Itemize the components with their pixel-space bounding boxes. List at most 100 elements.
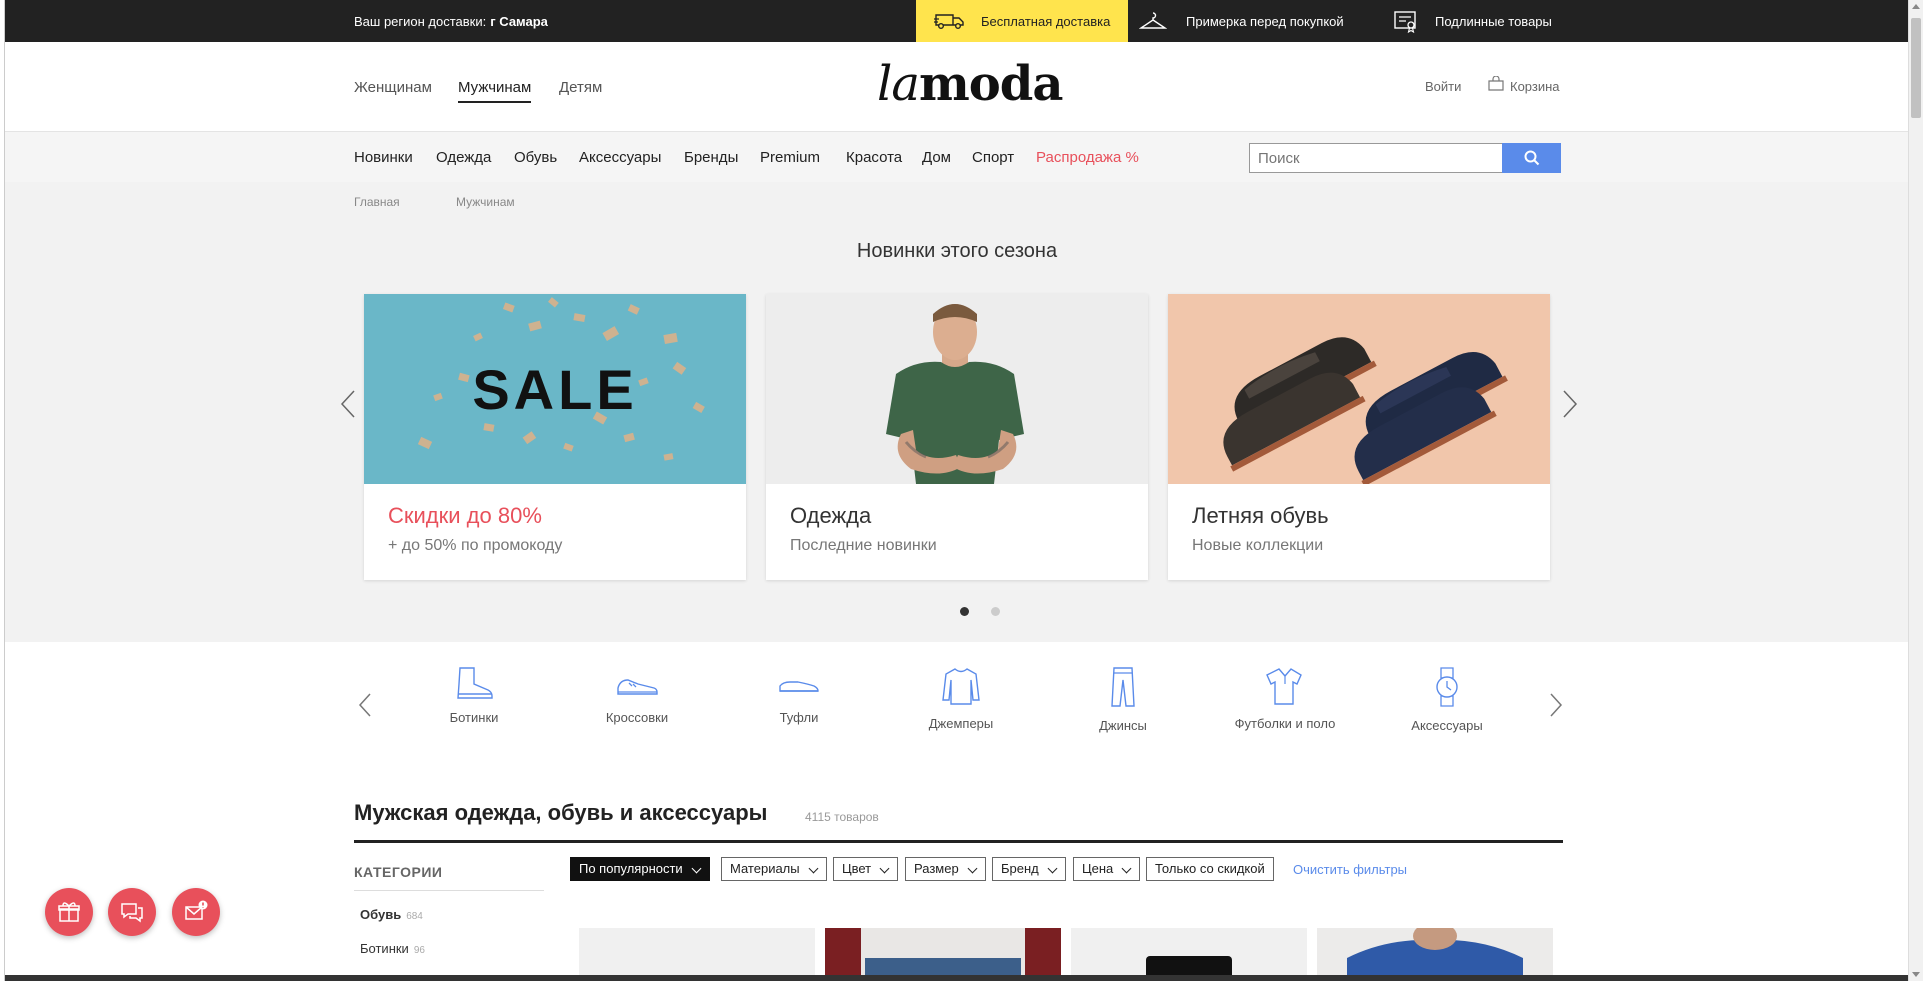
- main-nav: Новинки Одежда Обувь Аксессуары Бренды P…: [5, 132, 1908, 182]
- nav-item-beauty[interactable]: Красота: [846, 149, 902, 166]
- free-delivery-badge[interactable]: Бесплатная доставка: [916, 0, 1128, 42]
- nav-item-premium[interactable]: Premium: [760, 149, 820, 166]
- nav-item-sport[interactable]: Спорт: [972, 149, 1014, 166]
- vertical-scrollbar[interactable]: [1908, 0, 1923, 981]
- product-card[interactable]: [825, 928, 1061, 981]
- listing-count: 4115 товаров: [805, 810, 879, 824]
- carousel-next-arrow[interactable]: [1560, 389, 1580, 419]
- carousel-dot-2[interactable]: [991, 607, 1000, 616]
- category-shoes[interactable]: Туфли: [734, 666, 864, 725]
- certificate-icon: [1394, 11, 1416, 33]
- nav-item-home[interactable]: Дом: [922, 149, 951, 166]
- promo-card-title: Летняя обувь: [1192, 503, 1329, 528]
- sweater-icon: [942, 668, 980, 705]
- color-filter[interactable]: Цвет: [833, 857, 899, 881]
- cart-link[interactable]: Корзина: [1510, 79, 1560, 94]
- scroll-up-arrow[interactable]: [1912, 4, 1920, 9]
- categories-heading: КАТЕГОРИИ: [354, 864, 443, 880]
- promo-card-summer-shoes[interactable]: Летняя обувь Новые коллекции: [1168, 294, 1550, 580]
- category-filter-label: Обувь: [360, 907, 402, 922]
- sale-banner-image: SALE: [364, 294, 746, 484]
- gift-button[interactable]: [45, 888, 93, 936]
- price-filter[interactable]: Цена: [1073, 857, 1141, 881]
- product-card[interactable]: [579, 928, 815, 981]
- brand-filter[interactable]: Бренд: [992, 857, 1066, 881]
- promo-card-sale[interactable]: SALE Скидки до 80% + до 50% по промокоду: [364, 294, 746, 580]
- category-label: Футболки и поло: [1234, 716, 1336, 731]
- login-link[interactable]: Войти: [1425, 79, 1461, 94]
- category-boots[interactable]: Ботинки: [409, 666, 539, 725]
- shopping-bag-icon[interactable]: [1488, 76, 1504, 91]
- search-input[interactable]: [1249, 143, 1503, 173]
- promo-card-subtitle: + до 50% по промокоду: [388, 537, 563, 554]
- carousel-dot-1[interactable]: [960, 607, 969, 616]
- shoe-icon: [779, 681, 819, 692]
- promo-card-subtitle: Последние новинки: [790, 537, 937, 554]
- bottom-strip: [5, 975, 1908, 981]
- sort-popularity-filter[interactable]: По популярности: [570, 857, 710, 881]
- lamoda-logo[interactable]: lamoda: [877, 56, 1063, 112]
- message-button[interactable]: [172, 888, 220, 936]
- search-button[interactable]: [1502, 143, 1561, 173]
- boot-icon: [457, 667, 493, 699]
- man-tshirt-image: [766, 294, 1148, 484]
- carousel-prev-arrow[interactable]: [338, 389, 358, 419]
- nav-item-new[interactable]: Новинки: [354, 149, 413, 166]
- category-label: Ботинки: [449, 710, 499, 725]
- category-sneakers[interactable]: Кроссовки: [572, 666, 702, 725]
- nav-item-sale[interactable]: Распродажа %: [1036, 149, 1139, 166]
- promo-card-title: Скидки до 80%: [388, 503, 542, 528]
- gender-kids[interactable]: Детям: [559, 79, 602, 96]
- nav-item-clothing[interactable]: Одежда: [436, 149, 491, 166]
- region-label: Ваш регион доставки:: [354, 14, 487, 29]
- category-next-arrow[interactable]: [1548, 692, 1564, 718]
- scroll-thumb[interactable]: [1911, 18, 1921, 118]
- category-jeans[interactable]: Джинсы: [1058, 666, 1188, 733]
- product-card[interactable]: [1071, 928, 1307, 981]
- promo-card-clothing[interactable]: Одежда Последние новинки: [766, 294, 1148, 580]
- jeans-icon: [1111, 667, 1135, 707]
- category-accessories[interactable]: Аксессуары: [1382, 666, 1512, 733]
- gift-icon: [58, 902, 80, 922]
- try-on-label: Примерка перед покупкой: [1186, 14, 1344, 29]
- region-value[interactable]: г Самара: [490, 14, 548, 29]
- polo-icon: [1266, 668, 1302, 705]
- category-prev-arrow[interactable]: [357, 692, 373, 718]
- listing-title: Мужская одежда, обувь и аксессуары: [354, 800, 768, 825]
- scroll-down-arrow[interactable]: [1912, 972, 1920, 977]
- page: Ваш регион доставки: г Самара Бесплатная …: [4, 0, 1908, 981]
- category-filter-item[interactable]: Ботинки 96: [360, 941, 425, 956]
- promo-title: Новинки этого сезона: [856, 240, 1058, 262]
- category-jumpers[interactable]: Джемперы: [896, 666, 1026, 731]
- nav-item-brands[interactable]: Бренды: [684, 149, 738, 166]
- watch-icon: [1436, 667, 1458, 707]
- size-filter[interactable]: Размер: [905, 857, 986, 881]
- category-filter-count: 96: [413, 945, 425, 956]
- category-filter-item[interactable]: Обувь 684: [360, 907, 423, 922]
- nav-item-accessories[interactable]: Аксессуары: [579, 149, 661, 166]
- discount-only-filter[interactable]: Только со скидкой: [1146, 857, 1274, 881]
- materials-filter[interactable]: Материалы: [721, 857, 827, 881]
- delivery-region[interactable]: Ваш регион доставки: г Самара: [354, 14, 548, 29]
- category-label: Джемперы: [928, 716, 994, 731]
- category-label: Туфли: [779, 710, 819, 725]
- product-card[interactable]: [1317, 928, 1553, 981]
- category-filter-label: Ботинки: [360, 941, 409, 956]
- category-polo[interactable]: Футболки и поло: [1220, 666, 1350, 731]
- breadcrumb-men[interactable]: Мужчинам: [456, 195, 515, 209]
- search-icon: [1524, 150, 1540, 166]
- promo-card-title: Одежда: [790, 503, 872, 528]
- chat-button[interactable]: [108, 888, 156, 936]
- category-carousel: Ботинки Кроссовки Туфли Джемперы Джинсы …: [5, 642, 1908, 772]
- gender-women[interactable]: Женщинам: [354, 79, 432, 96]
- free-delivery-label: Бесплатная доставка: [981, 14, 1111, 29]
- clear-filters-link[interactable]: Очистить фильтры: [1293, 862, 1407, 877]
- breadcrumb-home[interactable]: Главная: [354, 195, 400, 209]
- nav-item-shoes[interactable]: Обувь: [514, 149, 557, 166]
- product-image: [825, 928, 1061, 981]
- logo-italic: la: [877, 56, 920, 112]
- sneaker-icon: [617, 679, 658, 695]
- product-image: [1071, 928, 1307, 981]
- gender-men[interactable]: Мужчинам: [458, 79, 532, 103]
- hanger-icon: [1139, 12, 1167, 29]
